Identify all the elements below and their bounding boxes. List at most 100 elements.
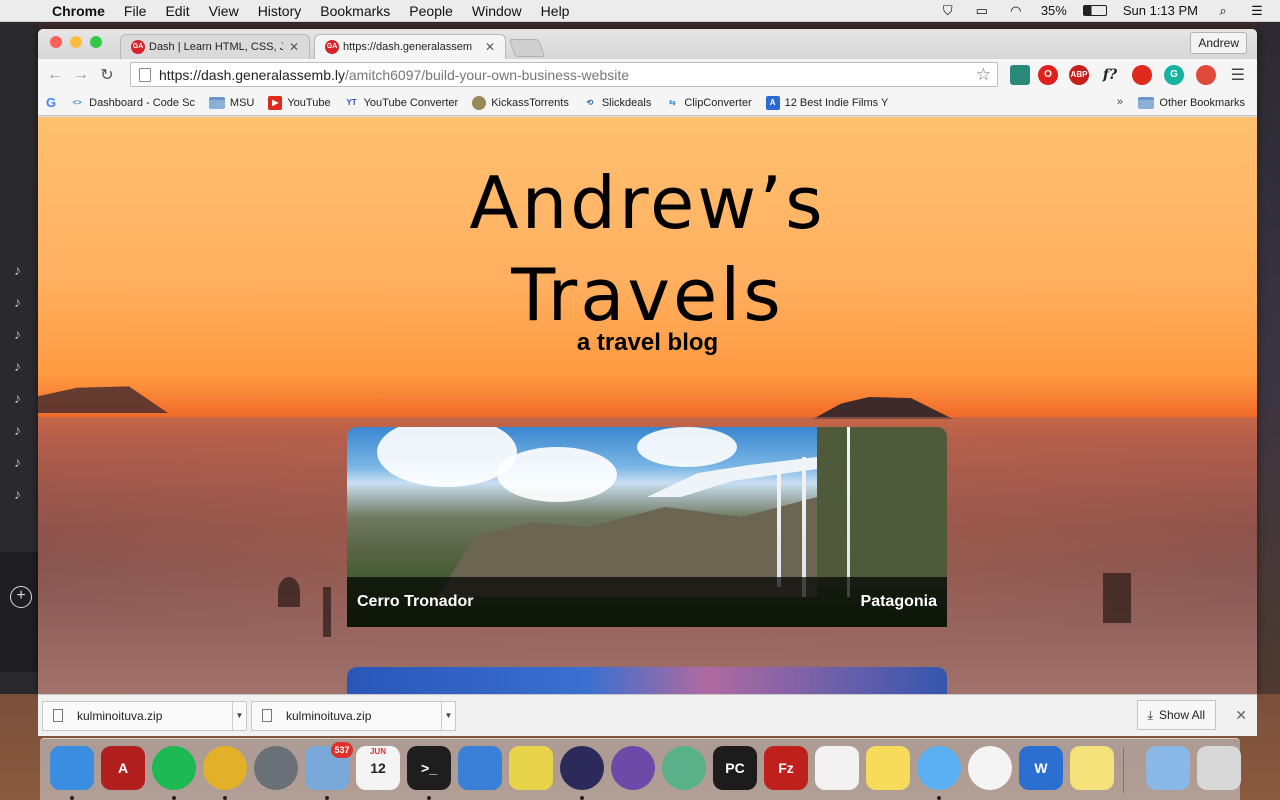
address-bar[interactable]: https://dash.generalassemb.ly/amitch6097… bbox=[130, 62, 998, 87]
stickies-icon[interactable] bbox=[1070, 746, 1114, 790]
messages-icon[interactable] bbox=[917, 746, 961, 790]
tab-dash[interactable]: GA Dash | Learn HTML, CSS, J ✕ bbox=[120, 34, 310, 59]
new-tab-button[interactable] bbox=[508, 39, 546, 57]
ga-favicon-icon: GA bbox=[131, 40, 145, 54]
xcode-icon[interactable] bbox=[458, 746, 502, 790]
menu-clock[interactable]: Sun 1:13 PM bbox=[1123, 3, 1198, 18]
dropdown-chevron-icon[interactable]: ▼ bbox=[441, 701, 455, 730]
bookmark-youtube-converter[interactable]: YT YouTube Converter bbox=[345, 96, 458, 110]
atom-icon[interactable] bbox=[662, 746, 706, 790]
destination-card[interactable]: Cerro Tronador Patagonia bbox=[347, 427, 947, 627]
macos-dock: A 537 12 JUN >_ PC Fz W bbox=[40, 738, 1241, 800]
music-note-icon: ♪ bbox=[14, 454, 21, 470]
card-place-name: Cerro Tronador bbox=[357, 593, 474, 610]
mountain-silhouette bbox=[813, 397, 953, 419]
python-icon[interactable] bbox=[509, 746, 553, 790]
tab-strip: GA Dash | Learn HTML, CSS, J ✕ GA https:… bbox=[38, 29, 1257, 59]
bookmark-star-icon[interactable]: ☆ bbox=[976, 65, 991, 85]
show-all-button[interactable]: ⤓ Show All bbox=[1136, 700, 1216, 730]
textedit-icon[interactable] bbox=[815, 746, 859, 790]
adblock-icon[interactable]: ABP bbox=[1069, 65, 1089, 85]
menu-window[interactable]: Window bbox=[472, 3, 522, 19]
reload-icon[interactable]: ↻ bbox=[94, 65, 120, 85]
font-icon[interactable]: f? bbox=[1100, 65, 1120, 85]
back-arrow-icon[interactable]: ← bbox=[42, 66, 68, 84]
wifi-icon[interactable]: ◠ bbox=[1007, 3, 1025, 18]
running-indicator bbox=[172, 796, 176, 800]
menu-app-name[interactable]: Chrome bbox=[52, 3, 105, 19]
menu-history[interactable]: History bbox=[258, 3, 302, 19]
bookmark-slickdeals[interactable]: ⟲ Slickdeals bbox=[583, 96, 651, 110]
city-tower bbox=[278, 577, 300, 607]
vpn-shield-icon[interactable]: ⛉ bbox=[939, 3, 957, 18]
city-tower bbox=[1103, 573, 1131, 623]
tab-close-icon[interactable]: ✕ bbox=[289, 40, 299, 54]
bookmark-youtube[interactable]: ▶ YouTube bbox=[268, 95, 331, 110]
chrome-menu-icon[interactable]: ☰ bbox=[1231, 65, 1245, 85]
shield-icon bbox=[472, 95, 487, 110]
forward-arrow-icon[interactable]: → bbox=[68, 66, 94, 84]
profile-button[interactable]: Andrew bbox=[1190, 32, 1247, 54]
menu-help[interactable]: Help bbox=[541, 3, 570, 19]
zoom-window-icon[interactable] bbox=[90, 36, 102, 48]
menu-people[interactable]: People bbox=[409, 3, 453, 19]
bookmark-indie-films[interactable]: A 12 Best Indie Films Y bbox=[765, 95, 888, 110]
flash-icon[interactable] bbox=[1132, 65, 1152, 85]
terminal-icon[interactable]: >_ bbox=[407, 746, 451, 790]
bookmarks-bar: G <> Dashboard - Code Sc MSU ▶ YouTube YT Y… bbox=[38, 90, 1257, 116]
bookmarks-overflow-chevron[interactable]: » bbox=[1117, 96, 1123, 108]
word-icon[interactable]: W bbox=[1019, 746, 1063, 790]
bookmark-dashboard[interactable]: <> Dashboard - Code Sc bbox=[70, 96, 194, 110]
close-downloads-icon[interactable]: ✕ bbox=[1235, 707, 1247, 724]
spotlight-search-icon[interactable]: ⌕ bbox=[1214, 3, 1232, 18]
bookmark-msu[interactable]: MSU bbox=[208, 96, 254, 109]
tab-close-icon[interactable]: ✕ bbox=[485, 40, 495, 54]
menu-view[interactable]: View bbox=[209, 3, 239, 19]
finder-icon[interactable] bbox=[50, 746, 94, 790]
minimize-window-icon[interactable] bbox=[70, 36, 82, 48]
menu-edit[interactable]: Edit bbox=[165, 3, 189, 19]
downloads-folder-icon[interactable] bbox=[1146, 746, 1190, 790]
tab-active-site[interactable]: GA https://dash.generalassem ✕ bbox=[314, 34, 506, 59]
macos-menu-bar: Chrome File Edit View History Bookmarks … bbox=[0, 0, 1280, 22]
battery-icon[interactable] bbox=[1082, 5, 1107, 16]
bookmark-kickass[interactable]: KickassTorrents bbox=[472, 95, 569, 110]
filezilla-icon[interactable]: Fz bbox=[764, 746, 808, 790]
gear-ext-icon[interactable] bbox=[1196, 65, 1216, 85]
launchpad-icon[interactable] bbox=[254, 746, 298, 790]
page-title: Andrew’s Travels bbox=[469, 161, 826, 337]
menu-file[interactable]: File bbox=[124, 3, 147, 19]
photo-cloud bbox=[377, 427, 517, 487]
chrome-window: GA Dash | Learn HTML, CSS, J ✕ GA https:… bbox=[38, 29, 1257, 694]
itunes-icon[interactable] bbox=[968, 746, 1012, 790]
destination-card[interactable] bbox=[347, 667, 947, 694]
battery-percent[interactable]: 35% bbox=[1041, 3, 1067, 18]
add-icon[interactable]: + bbox=[10, 586, 32, 608]
github-icon[interactable] bbox=[611, 746, 655, 790]
download-item[interactable]: kulminoituva.zip ▼ bbox=[251, 700, 456, 731]
download-item[interactable]: kulminoituva.zip ▼ bbox=[42, 700, 247, 731]
music-note-icon: ♪ bbox=[14, 422, 21, 438]
code-icon: <> bbox=[72, 97, 82, 107]
bookmark-clipconverter[interactable]: ⇆ ClipConverter bbox=[665, 96, 752, 110]
other-bookmarks[interactable]: Other Bookmarks bbox=[1138, 90, 1245, 116]
menu-bookmarks[interactable]: Bookmarks bbox=[320, 3, 390, 19]
close-window-icon[interactable] bbox=[50, 36, 62, 48]
google-apps-icon[interactable]: G bbox=[46, 95, 56, 110]
url-host: https://dash.generalassemb.ly bbox=[159, 66, 345, 83]
chrome-icon[interactable] bbox=[203, 746, 247, 790]
eyedropper-icon[interactable] bbox=[1010, 65, 1030, 85]
eclipse-icon[interactable] bbox=[560, 746, 604, 790]
page-viewport[interactable]: Andrew’s Travels a travel blog Cerro Tron… bbox=[38, 117, 1257, 694]
grammarly-icon[interactable]: G bbox=[1164, 65, 1184, 85]
notes-icon[interactable] bbox=[866, 746, 910, 790]
dropdown-chevron-icon[interactable]: ▼ bbox=[232, 701, 246, 730]
trash-icon[interactable] bbox=[1197, 746, 1241, 790]
acrobat-icon[interactable]: A bbox=[101, 746, 145, 790]
pycharm-icon[interactable]: PC bbox=[713, 746, 757, 790]
airplay-icon[interactable]: ▭ bbox=[973, 3, 991, 18]
opera-icon[interactable]: O bbox=[1038, 65, 1058, 85]
youtube-icon: ▶ bbox=[268, 95, 283, 110]
notification-center-icon[interactable]: ☰ bbox=[1248, 3, 1266, 18]
spotify-icon[interactable] bbox=[152, 746, 196, 790]
